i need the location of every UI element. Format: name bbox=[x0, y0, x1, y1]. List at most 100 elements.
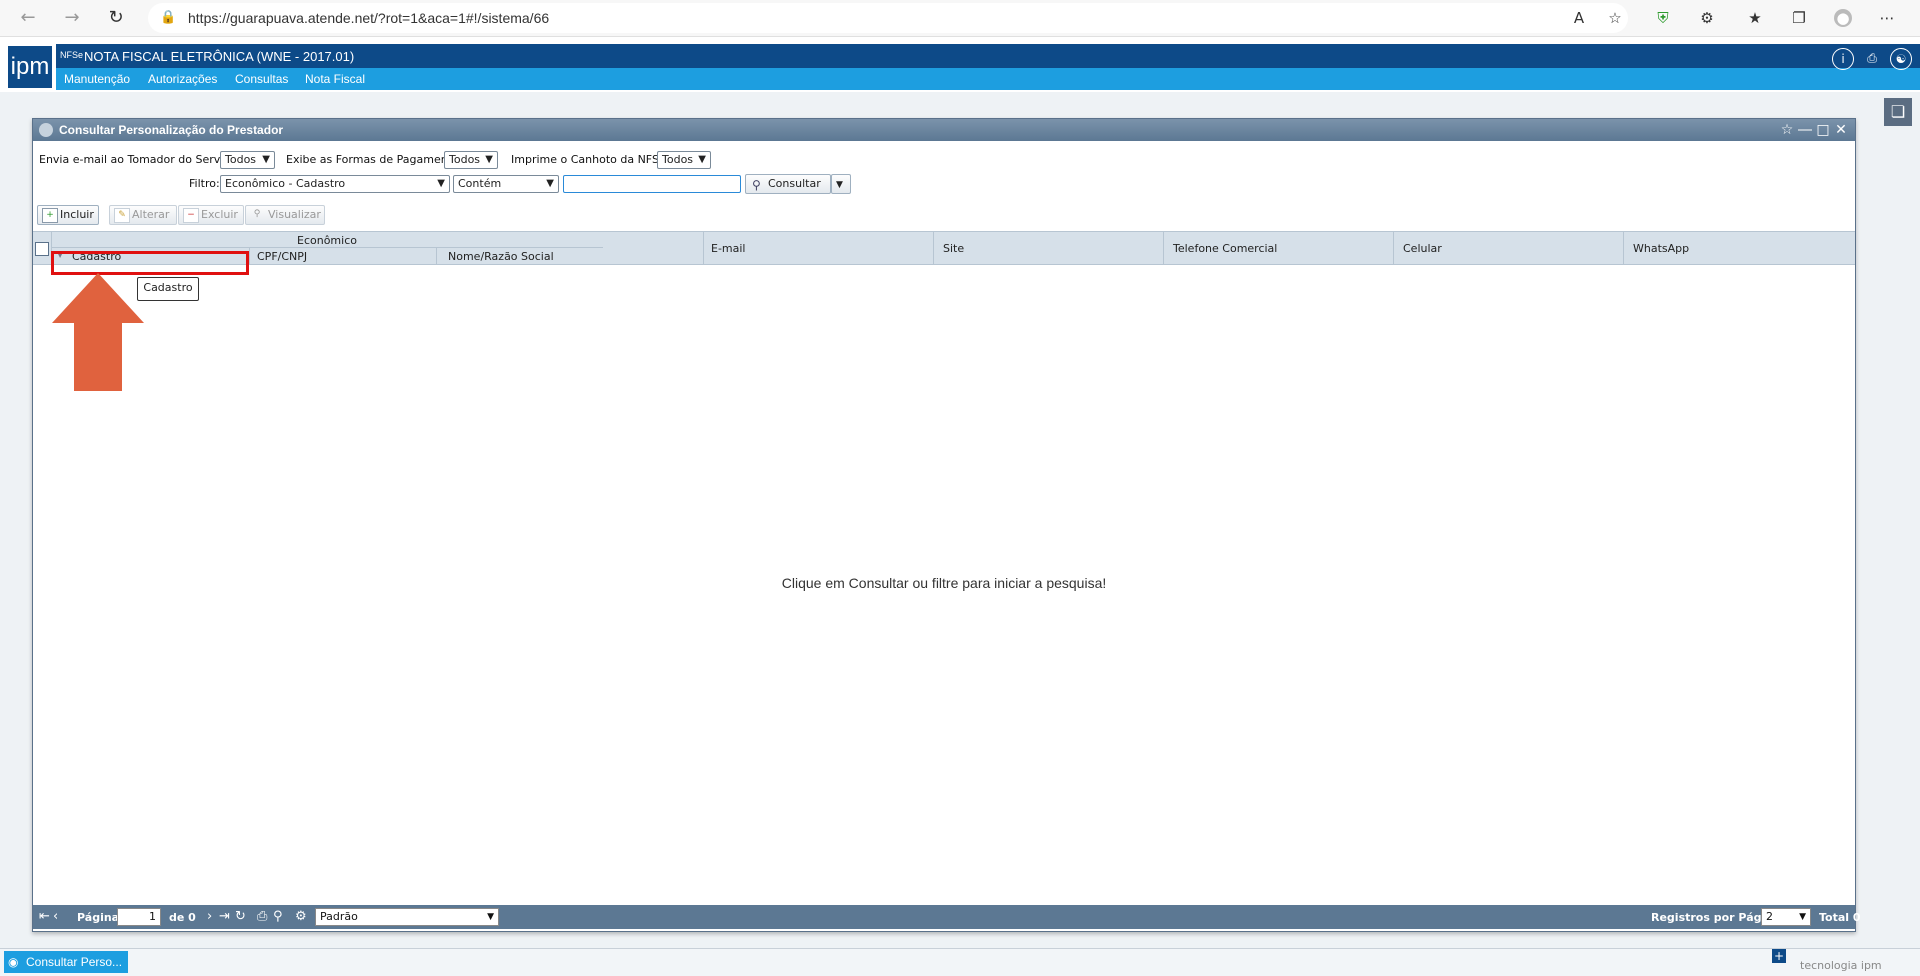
app-title: NOTA FISCAL ELETRÔNICA (WNE - 2017.01) bbox=[84, 49, 355, 64]
column-header-cpf-cnpj[interactable]: CPF/CNPJ bbox=[257, 250, 307, 263]
include-button[interactable]: + Incluir bbox=[37, 205, 99, 225]
email-filter-label: Envia e-mail ao Tomador do Serviço: bbox=[39, 153, 240, 166]
next-page-icon[interactable]: › bbox=[207, 909, 212, 924]
consult-window: Consultar Personalização do Prestador ☆ … bbox=[32, 118, 1861, 932]
up-arrow-annotation bbox=[52, 273, 144, 391]
menu-manutencao[interactable]: Manutenção bbox=[64, 72, 130, 86]
help-icon[interactable]: ☯ bbox=[1890, 48, 1912, 70]
total-label: Total 0 bbox=[1819, 911, 1861, 924]
maximize-icon[interactable]: □ bbox=[1815, 121, 1831, 139]
minimize-icon[interactable]: ― bbox=[1797, 121, 1813, 139]
menu-consultas[interactable]: Consultas bbox=[235, 72, 288, 86]
select-all-checkbox[interactable] bbox=[35, 242, 49, 256]
search-icon[interactable]: ⚲ bbox=[273, 909, 283, 924]
favorite-add-icon[interactable]: ☆ bbox=[1606, 9, 1624, 27]
refresh-icon[interactable]: ↻ bbox=[235, 909, 246, 924]
collections-icon[interactable]: ❐ bbox=[1790, 9, 1808, 27]
forward-arrow-icon[interactable]: → bbox=[62, 8, 82, 28]
stub-filter-value: Todos bbox=[662, 153, 694, 166]
column-header-telefone[interactable]: Telefone Comercial bbox=[1173, 242, 1277, 255]
chevron-down-icon: ▼ bbox=[836, 180, 843, 190]
back-arrow-icon[interactable]: ← bbox=[18, 8, 38, 28]
group-divider bbox=[51, 247, 603, 248]
email-filter-value: Todos bbox=[225, 153, 257, 166]
per-page-select[interactable]: 2 ▼ bbox=[1761, 908, 1811, 926]
print-icon[interactable]: ⎙ bbox=[1862, 48, 1882, 68]
nfse-mark: NFSe bbox=[60, 50, 84, 60]
view-label: Visualizar bbox=[268, 208, 321, 221]
email-filter-select[interactable]: Todos ▼ bbox=[220, 151, 275, 169]
close-icon[interactable]: ✕ bbox=[1833, 121, 1849, 139]
filter-label: Filtro: bbox=[189, 177, 220, 190]
column-separator bbox=[249, 247, 250, 264]
stub-filter-select[interactable]: Todos ▼ bbox=[657, 151, 711, 169]
extensions-icon[interactable]: ⚙ bbox=[1698, 9, 1716, 27]
view-magnifier-icon: ⚲ bbox=[253, 209, 261, 219]
browser-toolbar: ← → ↻ 🔒 https://guarapuava.atende.net/?r… bbox=[0, 0, 1920, 37]
taskbar-window-item[interactable]: ◉ Consultar Perso... bbox=[4, 951, 128, 973]
payment-filter-select[interactable]: Todos ▼ bbox=[444, 151, 498, 169]
window-title-bar[interactable]: Consultar Personalização do Prestador ☆ … bbox=[33, 119, 1855, 141]
favorites-icon[interactable]: ★ bbox=[1746, 9, 1764, 27]
page-total-label: de 0 bbox=[169, 911, 196, 924]
column-header-site[interactable]: Site bbox=[943, 242, 964, 255]
info-icon[interactable]: i bbox=[1832, 48, 1854, 70]
url-text[interactable]: https://guarapuava.atende.net/?rot=1&aca… bbox=[188, 10, 549, 26]
view-button[interactable]: ⚲ Visualizar bbox=[245, 205, 325, 225]
menu-nota-fiscal[interactable]: Nota Fiscal bbox=[305, 72, 365, 86]
stub-filter-label: Imprime o Canhoto da NFS-e: bbox=[511, 153, 674, 166]
column-tooltip: Cadastro bbox=[137, 277, 199, 301]
group-header-economico: Econômico bbox=[297, 234, 357, 247]
read-aloud-icon[interactable]: A bbox=[1570, 9, 1588, 27]
add-window-icon[interactable]: + bbox=[1772, 949, 1786, 963]
windows-icon[interactable]: ❏ bbox=[1884, 98, 1912, 126]
chevron-down-icon: ▼ bbox=[437, 178, 445, 189]
brand-footer: tecnologia ipm bbox=[1800, 959, 1882, 972]
more-menu-icon[interactable]: ⋯ bbox=[1878, 9, 1896, 27]
column-separator bbox=[933, 232, 934, 264]
shield-icon[interactable]: ⛨ bbox=[1654, 9, 1672, 27]
menu-autorizacoes[interactable]: Autorizações bbox=[148, 72, 217, 86]
layout-select[interactable]: Padrão ▼ bbox=[315, 908, 499, 926]
chevron-down-icon: ▼ bbox=[698, 154, 706, 165]
chevron-down-icon: ▼ bbox=[487, 912, 494, 922]
grid-header: Econômico ▼ Cadastro CPF/CNPJ Nome/Razão… bbox=[33, 231, 1855, 265]
chevron-down-icon: ▼ bbox=[485, 154, 493, 165]
delete-button[interactable]: − Excluir bbox=[178, 205, 244, 225]
alter-button[interactable]: ✎ Alterar bbox=[109, 205, 177, 225]
filter-field-value: Econômico - Cadastro bbox=[225, 177, 346, 190]
delete-label: Excluir bbox=[201, 208, 238, 221]
filter-operator-select[interactable]: Contém ▼ bbox=[453, 175, 559, 193]
column-separator bbox=[436, 247, 437, 264]
filter-field-select[interactable]: Econômico - Cadastro ▼ bbox=[220, 175, 450, 193]
filter-operator-value: Contém bbox=[458, 177, 502, 190]
payment-filter-value: Todos bbox=[449, 153, 481, 166]
column-header-whatsapp[interactable]: WhatsApp bbox=[1633, 242, 1689, 255]
pager-bar: ⇤ ‹ Página: 1 de 0 › ⇥ ↻ ⎙ ⚲ ⚙ Padrão ▼ … bbox=[33, 905, 1861, 929]
previous-page-icon[interactable]: ‹ bbox=[53, 909, 58, 924]
profile-avatar[interactable]: ● bbox=[1834, 9, 1852, 27]
consult-button[interactable]: ⚲ Consultar bbox=[745, 174, 831, 194]
column-header-email[interactable]: E-mail bbox=[711, 242, 746, 255]
lock-icon: 🔒 bbox=[160, 10, 177, 25]
ipm-logo: ipm bbox=[6, 44, 54, 90]
reload-icon[interactable]: ↻ bbox=[106, 8, 126, 28]
add-record-icon: + bbox=[42, 208, 58, 223]
column-header-nome[interactable]: Nome/Razão Social bbox=[448, 250, 554, 263]
consult-dropdown-button[interactable]: ▼ bbox=[831, 174, 851, 194]
search-input[interactable] bbox=[563, 175, 741, 193]
alter-label: Alterar bbox=[132, 208, 170, 221]
first-page-icon[interactable]: ⇤ bbox=[39, 909, 50, 924]
per-page-value: 2 bbox=[1766, 910, 1773, 923]
window-icon: ◉ bbox=[8, 955, 19, 969]
window-title: Consultar Personalização do Prestador bbox=[59, 123, 284, 137]
layout-value: Padrão bbox=[320, 910, 358, 923]
main-menu: Manutenção Autorizações Consultas Nota F… bbox=[56, 68, 1920, 90]
settings-gear-icon[interactable]: ⚙ bbox=[295, 909, 307, 924]
favorite-star-icon[interactable]: ☆ bbox=[1779, 121, 1795, 139]
consult-button-label: Consultar bbox=[768, 177, 821, 190]
page-number-input[interactable]: 1 bbox=[117, 908, 161, 926]
column-header-celular[interactable]: Celular bbox=[1403, 242, 1442, 255]
print-icon[interactable]: ⎙ bbox=[257, 909, 267, 924]
last-page-icon[interactable]: ⇥ bbox=[219, 909, 230, 924]
